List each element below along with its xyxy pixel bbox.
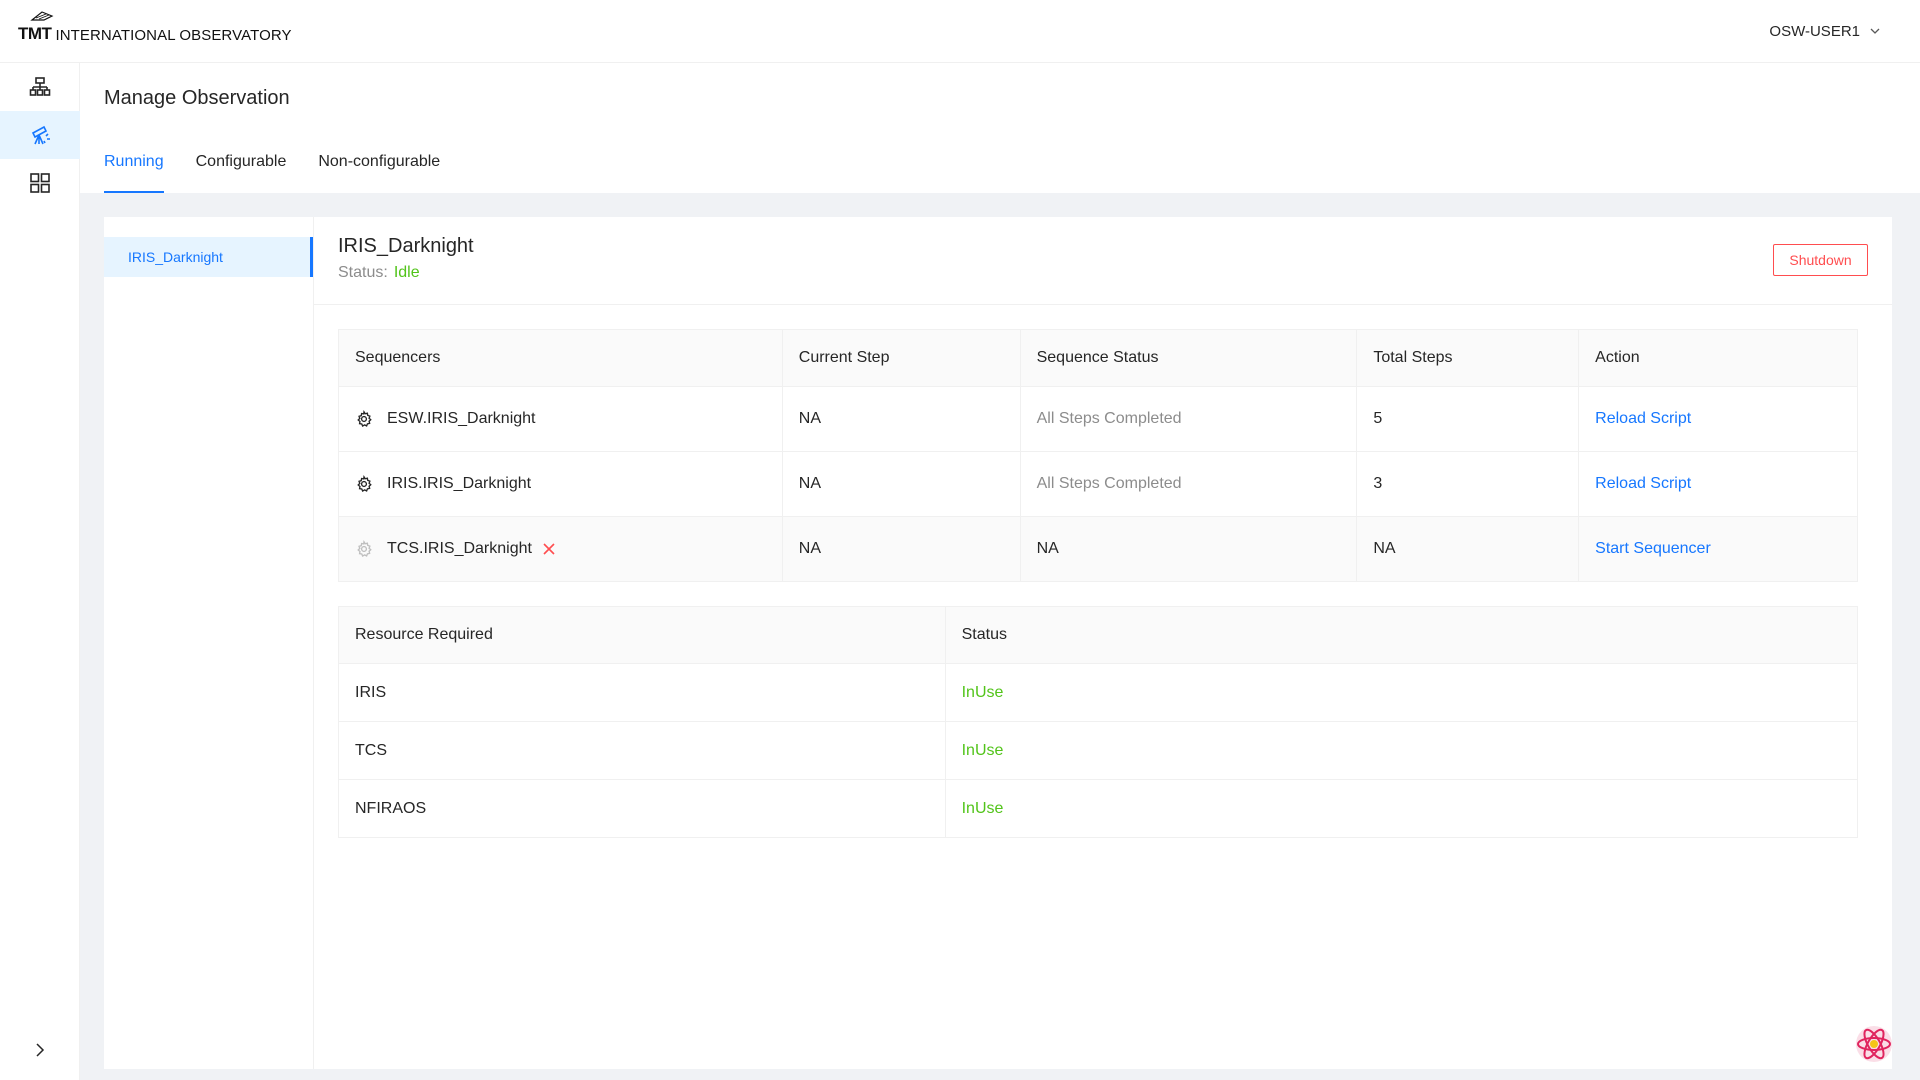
table-row: IRIS.IRIS_Darknight NA All Steps Complet… — [338, 451, 1858, 517]
sequence-status-cell: NA — [1020, 516, 1358, 582]
current-step-cell: NA — [782, 451, 1021, 517]
user-name: OSW-USER1 — [1769, 22, 1860, 40]
reload-script-link[interactable]: Reload Script — [1595, 475, 1691, 492]
chevron-down-icon — [1870, 26, 1880, 37]
resource-status-cell: InUse — [945, 721, 1858, 780]
react-devtools-icon[interactable] — [1854, 1024, 1894, 1064]
sequencer-name-cell: IRIS.IRIS_Darknight — [355, 475, 766, 493]
telescope-icon — [31, 125, 50, 145]
column-header-total-steps: Total Steps — [1356, 329, 1580, 387]
table-header-row: Resource Required Status — [338, 606, 1858, 664]
column-header-current-step: Current Step — [782, 329, 1021, 387]
column-header-action: Action — [1578, 329, 1858, 387]
tab-configurable[interactable]: Configurable — [196, 153, 287, 193]
logo-text: INTERNATIONAL OBSERVATORY — [55, 27, 292, 44]
detail-title: IRIS_Darknight — [338, 235, 474, 257]
sequencer-name-cell: TCS.IRIS_Darknight — [355, 540, 766, 558]
gear-icon[interactable] — [355, 475, 373, 493]
top-header: TMT INTERNATIONAL OBSERVATORY OSW-USER1 — [0, 0, 1920, 63]
table-row: TCS.IRIS_Darknight NA NA NA Start Sequen… — [338, 516, 1858, 582]
tabs: Running Configurable Non-configurable — [104, 153, 472, 193]
page-header: Manage Observation Running Configurable … — [80, 63, 1920, 193]
table-row: ESW.IRIS_Darknight NA All Steps Complete… — [338, 386, 1858, 452]
hierarchy-icon — [29, 77, 51, 96]
start-sequencer-link[interactable]: Start Sequencer — [1595, 540, 1711, 557]
sequencers-table: Sequencers Current Step Sequence Status … — [338, 329, 1858, 582]
resource-name-cell: NFIRAOS — [338, 779, 946, 838]
sequence-status-cell: All Steps Completed — [1020, 451, 1358, 517]
tab-non-configurable[interactable]: Non-configurable — [318, 153, 440, 193]
column-header-sequencers: Sequencers — [338, 329, 783, 387]
resource-status-cell: InUse — [945, 779, 1858, 838]
grid-icon — [30, 173, 50, 193]
column-header-status: Status — [945, 606, 1858, 664]
chevron-right-icon — [36, 1043, 45, 1057]
table-row: TCS InUse — [338, 721, 1858, 780]
status-label: Status: — [338, 264, 388, 281]
sequencer-name-cell: ESW.IRIS_Darknight — [355, 410, 766, 428]
column-header-sequence-status: Sequence Status — [1020, 329, 1358, 387]
sequencer-name: ESW.IRIS_Darknight — [387, 410, 536, 427]
total-steps-cell: 3 — [1356, 451, 1580, 517]
tab-running[interactable]: Running — [104, 153, 164, 193]
gear-icon — [355, 540, 373, 558]
column-header-resource-required: Resource Required — [338, 606, 946, 664]
resources-table: Resource Required Status IRIS InUse TCS … — [338, 606, 1858, 838]
observation-list: IRIS_Darknight — [104, 217, 314, 1069]
gear-icon[interactable] — [355, 410, 373, 428]
resource-status-cell: InUse — [945, 663, 1858, 722]
resource-name-cell: IRIS — [338, 663, 946, 722]
total-steps-cell: NA — [1356, 516, 1580, 582]
table-row: NFIRAOS InUse — [338, 779, 1858, 838]
sequence-status-cell: All Steps Completed — [1020, 386, 1358, 452]
telescope-logo-icon — [30, 11, 54, 21]
shutdown-button[interactable]: Shutdown — [1773, 244, 1868, 276]
current-step-cell: NA — [782, 386, 1021, 452]
sidebar-collapse-toggle[interactable] — [0, 1030, 80, 1070]
sequencer-name: IRIS.IRIS_Darknight — [387, 475, 532, 492]
resource-name-cell: TCS — [338, 721, 946, 780]
content-card: IRIS_Darknight IRIS_Darknight Status: Idl… — [104, 217, 1892, 1069]
reload-script-link[interactable]: Reload Script — [1595, 410, 1691, 427]
detail-header: IRIS_Darknight Status: Idle Shutdown — [314, 217, 1892, 305]
current-step-cell: NA — [782, 516, 1021, 582]
detail-status: Status: Idle — [338, 264, 1868, 282]
table-header-row: Sequencers Current Step Sequence Status … — [338, 329, 1858, 387]
sidebar-item-resources[interactable] — [0, 159, 80, 207]
close-icon[interactable] — [542, 542, 556, 556]
tmt-logo[interactable]: TMT INTERNATIONAL OBSERVATORY — [18, 11, 292, 44]
sidebar-item-observations[interactable] — [0, 111, 80, 159]
observation-item[interactable]: IRIS_Darknight — [104, 237, 313, 277]
status-value: Idle — [393, 264, 420, 281]
observation-detail: IRIS_Darknight Status: Idle Shutdown Sequ… — [314, 217, 1892, 1069]
page-title: Manage Observation — [104, 87, 290, 109]
sequencer-name: TCS.IRIS_Darknight — [387, 540, 532, 557]
user-menu[interactable]: OSW-USER1 — [1769, 23, 1880, 40]
sidebar-item-infrastructure[interactable] — [0, 63, 80, 111]
table-row: IRIS InUse — [338, 663, 1858, 722]
total-steps-cell: 5 — [1356, 386, 1580, 452]
logo-bold-text: TMT — [18, 24, 52, 43]
sidebar — [0, 63, 80, 1080]
